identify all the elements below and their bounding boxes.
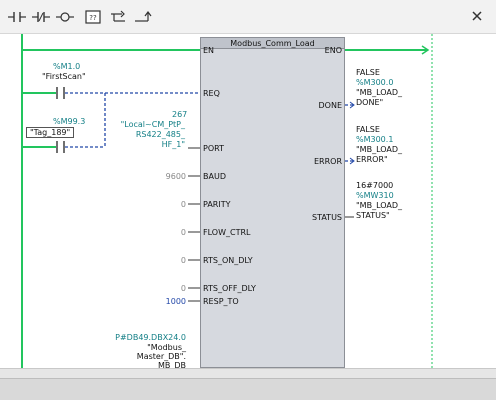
pin-status: STATUS <box>311 213 342 222</box>
ladder-toolbar: ?? <box>0 0 496 34</box>
mb-db-line1[interactable]: "Modbus_ <box>100 343 186 352</box>
rts-on-dly-value[interactable]: 0 <box>150 256 186 265</box>
pin-rts-on-dly: RTS_ON_DLY <box>203 256 253 265</box>
pin-error: ERROR <box>313 157 342 166</box>
resp-to-value[interactable]: 1000 <box>150 297 186 306</box>
status-address: %MW310 <box>356 191 394 200</box>
tag-189-address: %M99.3 <box>53 117 86 126</box>
status-tag-line1[interactable]: "MB_LOAD_ <box>356 201 402 210</box>
done-tag-line2[interactable]: DONE" <box>356 98 383 107</box>
status-bar <box>0 378 496 400</box>
pin-flow-ctrl: FLOW_CTRL <box>203 228 251 237</box>
pin-req: REQ <box>203 89 220 98</box>
port-tag-line1[interactable]: "Local~CM_PtP_ <box>98 120 185 129</box>
error-tag-line2[interactable]: ERROR" <box>356 155 388 164</box>
empty-box-icon[interactable]: ?? <box>84 10 102 24</box>
ladder-network: Modbus_Comm_Load EN REQ PORT BAUD PARITY… <box>0 34 496 368</box>
done-tag-line1[interactable]: "MB_LOAD_ <box>356 88 402 97</box>
mb-db-line2[interactable]: Master_DB". <box>100 352 186 361</box>
pin-eno: ENO <box>324 46 342 55</box>
flow-ctrl-value[interactable]: 0 <box>150 228 186 237</box>
scroll-track[interactable] <box>0 368 496 378</box>
empty-box-label: ?? <box>89 14 97 22</box>
parity-value[interactable]: 0 <box>150 200 186 209</box>
pin-resp-to: RESP_TO <box>203 297 239 306</box>
close-branch-icon[interactable] <box>134 10 152 24</box>
normally-open-contact-icon[interactable] <box>8 10 26 24</box>
pin-rts-off-dly: RTS_OFF_DLY <box>203 284 256 293</box>
coil-icon[interactable] <box>56 10 74 24</box>
pin-parity: PARITY <box>203 200 231 209</box>
error-address: %M300.1 <box>356 135 394 144</box>
status-value: 16#7000 <box>356 181 394 190</box>
rts-off-dly-value[interactable]: 0 <box>150 284 186 293</box>
done-value: FALSE <box>356 68 380 77</box>
pin-baud: BAUD <box>203 172 226 181</box>
baud-value[interactable]: 9600 <box>150 172 186 181</box>
tag-189-name[interactable]: "Tag_189" <box>26 127 75 138</box>
port-value: 267 <box>172 110 188 119</box>
port-tag-line3[interactable]: HF_1" <box>98 140 185 149</box>
error-tag-line1[interactable]: "MB_LOAD_ <box>356 145 402 154</box>
pin-en: EN <box>203 46 215 55</box>
mb-db-line3[interactable]: MB_DB <box>100 361 186 368</box>
error-value: FALSE <box>356 125 380 134</box>
pin-port: PORT <box>203 144 224 153</box>
status-tag-line2[interactable]: STATUS" <box>356 211 390 220</box>
done-address: %M300.0 <box>356 78 394 87</box>
mb-db-address: P#DB49.DBX24.0 <box>115 333 186 342</box>
first-scan-address: %M1.0 <box>53 62 81 71</box>
port-tag-line2[interactable]: RS422_485_ <box>98 130 185 139</box>
pin-done: DONE <box>318 101 343 110</box>
first-scan-name[interactable]: "FirstScan" <box>42 72 86 81</box>
close-icon[interactable] <box>470 9 484 23</box>
normally-closed-contact-icon[interactable] <box>32 10 50 24</box>
open-branch-icon[interactable] <box>110 10 128 24</box>
